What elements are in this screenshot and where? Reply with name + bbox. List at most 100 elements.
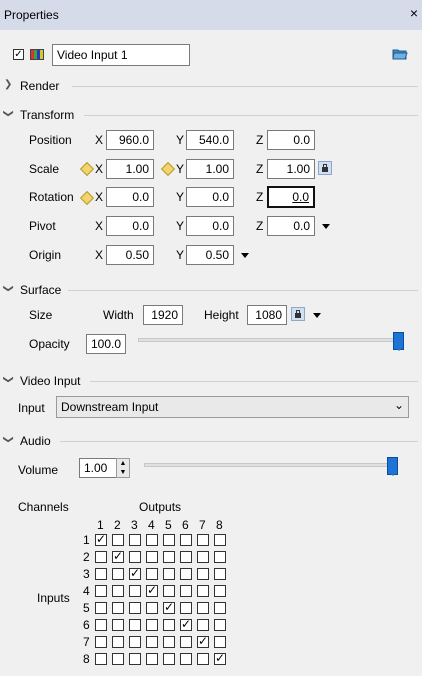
routing-checkbox[interactable] [163, 619, 175, 631]
routing-checkbox[interactable] [180, 636, 192, 648]
volume-slider-thumb[interactable] [387, 457, 398, 476]
routing-checkbox[interactable] [95, 532, 107, 546]
rotation-y-field[interactable]: 0.0 [186, 187, 234, 207]
scale-z-field[interactable]: 1.00 [267, 159, 315, 179]
routing-checkbox[interactable] [180, 617, 192, 631]
routing-checkbox[interactable] [95, 568, 107, 580]
section-render[interactable]: ❯ Render [0, 76, 422, 96]
routing-checkbox[interactable] [146, 636, 158, 648]
routing-checkbox[interactable] [214, 568, 226, 580]
position-z-field[interactable]: 0.0 [267, 130, 315, 150]
scale-x-field[interactable]: 1.00 [106, 159, 154, 179]
routing-checkbox[interactable] [146, 568, 158, 580]
routing-checkbox[interactable] [95, 585, 107, 597]
opacity-slider-thumb[interactable] [393, 332, 404, 351]
opacity-field[interactable]: 100.0 [86, 334, 126, 354]
routing-checkbox[interactable] [214, 602, 226, 614]
section-video-input[interactable]: ❯ Video Input [0, 371, 422, 391]
scale-y-field[interactable]: 1.00 [186, 159, 234, 179]
routing-checkbox[interactable] [95, 619, 107, 631]
pivot-z-field[interactable]: 0.0 [267, 216, 315, 236]
keyframe-diamond-icon[interactable] [160, 161, 176, 177]
keyframe-diamond-icon[interactable] [79, 190, 95, 206]
dropdown-arrow-icon[interactable] [322, 224, 330, 229]
spin-down-icon[interactable]: ▼ [117, 468, 129, 477]
routing-checkbox[interactable] [112, 585, 124, 597]
routing-checkbox[interactable] [95, 551, 107, 563]
routing-checkbox[interactable] [180, 602, 192, 614]
routing-checkbox[interactable] [112, 602, 124, 614]
layer-enabled-checkbox[interactable]: ✓ [13, 49, 24, 60]
volume-slider-track[interactable] [144, 463, 398, 467]
routing-checkbox[interactable] [214, 636, 226, 648]
routing-checkbox[interactable] [214, 619, 226, 631]
routing-checkbox[interactable] [112, 549, 124, 563]
routing-checkbox[interactable] [163, 534, 175, 546]
size-lock-icon[interactable] [291, 307, 305, 321]
section-transform[interactable]: ❯ Transform [0, 105, 422, 125]
routing-checkbox[interactable] [197, 619, 209, 631]
routing-checkbox[interactable] [163, 653, 175, 665]
routing-checkbox[interactable] [112, 636, 124, 648]
dropdown-arrow-icon[interactable] [313, 313, 321, 318]
routing-checkbox[interactable] [197, 534, 209, 546]
routing-checkbox[interactable] [146, 551, 158, 563]
video-input-select[interactable]: Downstream Input ⌄ [56, 396, 409, 418]
routing-checkbox[interactable] [129, 551, 141, 563]
routing-checkbox[interactable] [112, 619, 124, 631]
routing-checkbox[interactable] [95, 602, 107, 614]
spin-up-icon[interactable]: ▲ [117, 459, 129, 468]
routing-checkbox[interactable] [180, 568, 192, 580]
routing-checkbox[interactable] [129, 566, 141, 580]
routing-checkbox[interactable] [146, 534, 158, 546]
routing-checkbox[interactable] [112, 568, 124, 580]
keyframe-diamond-icon[interactable] [79, 161, 95, 177]
routing-checkbox[interactable] [180, 653, 192, 665]
routing-checkbox[interactable] [146, 602, 158, 614]
origin-y-field[interactable]: 0.50 [186, 245, 234, 265]
routing-checkbox[interactable] [197, 602, 209, 614]
routing-checkbox[interactable] [197, 634, 209, 648]
routing-checkbox[interactable] [129, 602, 141, 614]
routing-checkbox[interactable] [129, 636, 141, 648]
routing-checkbox[interactable] [163, 585, 175, 597]
routing-checkbox[interactable] [146, 653, 158, 665]
routing-checkbox[interactable] [163, 636, 175, 648]
routing-checkbox[interactable] [112, 653, 124, 665]
routing-checkbox[interactable] [214, 651, 226, 665]
scale-lock-icon[interactable] [318, 161, 332, 175]
pivot-x-field[interactable]: 0.0 [106, 216, 154, 236]
routing-checkbox[interactable] [129, 585, 141, 597]
routing-checkbox[interactable] [146, 583, 158, 597]
rotation-x-field[interactable]: 0.0 [106, 187, 154, 207]
close-icon[interactable]: × [410, 6, 418, 20]
routing-checkbox[interactable] [180, 585, 192, 597]
pivot-y-field[interactable]: 0.0 [186, 216, 234, 236]
routing-checkbox[interactable] [95, 636, 107, 648]
routing-checkbox[interactable] [129, 534, 141, 546]
rotation-z-field[interactable]: 0.0 [267, 186, 315, 208]
routing-checkbox[interactable] [197, 551, 209, 563]
dropdown-arrow-icon[interactable] [241, 253, 249, 258]
routing-checkbox[interactable] [180, 534, 192, 546]
section-audio[interactable]: ❯ Audio [0, 431, 422, 451]
volume-field[interactable]: 1.00 [79, 458, 117, 478]
routing-checkbox[interactable] [197, 568, 209, 580]
section-surface[interactable]: ❯ Surface [0, 280, 422, 300]
routing-checkbox[interactable] [112, 534, 124, 546]
opacity-slider-track[interactable] [138, 338, 404, 342]
position-x-field[interactable]: 960.0 [106, 130, 154, 150]
routing-checkbox[interactable] [163, 551, 175, 563]
routing-checkbox[interactable] [129, 653, 141, 665]
routing-checkbox[interactable] [95, 653, 107, 665]
height-field[interactable]: 1080 [247, 305, 287, 325]
routing-checkbox[interactable] [146, 619, 158, 631]
position-y-field[interactable]: 540.0 [186, 130, 234, 150]
volume-spinner[interactable]: ▲ ▼ [116, 458, 130, 478]
routing-checkbox[interactable] [197, 585, 209, 597]
routing-checkbox[interactable] [180, 551, 192, 563]
folder-icon[interactable] [392, 48, 408, 60]
routing-checkbox[interactable] [163, 568, 175, 580]
layer-name-field[interactable]: Video Input 1 [52, 44, 190, 66]
routing-checkbox[interactable] [214, 585, 226, 597]
